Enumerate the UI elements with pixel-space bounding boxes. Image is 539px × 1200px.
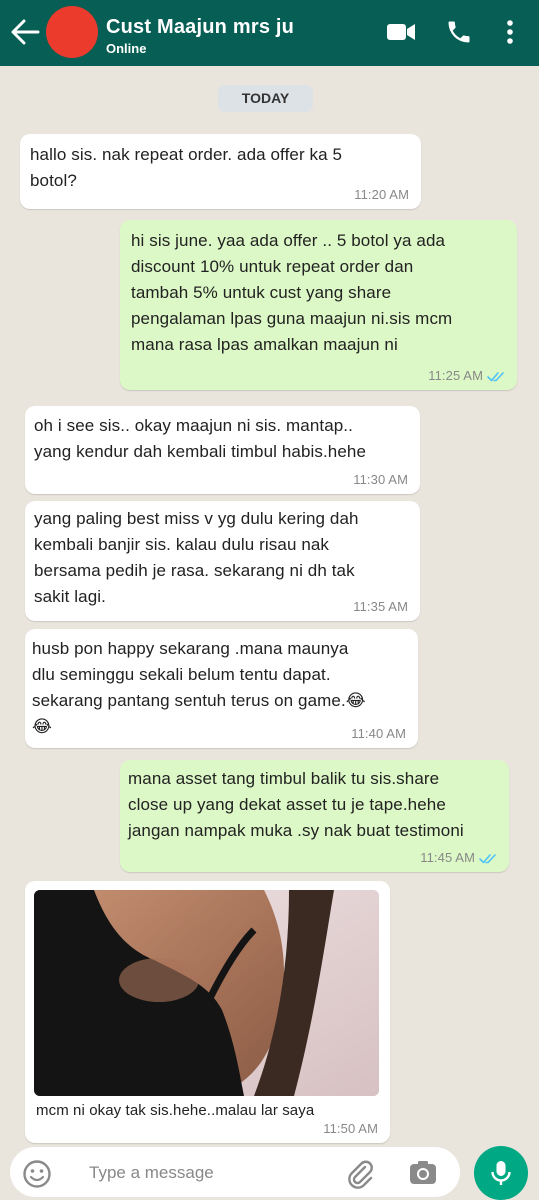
message-time: 11:50 AM: [323, 1121, 378, 1136]
message-bubble-incoming[interactable]: hallo sis. nak repeat order. ada offer k…: [20, 134, 421, 209]
message-time: 11:45 AM: [420, 850, 475, 865]
message-text: hallo sis. nak repeat order. ada offer k…: [30, 145, 343, 190]
message-meta: 11:40 AM: [351, 727, 406, 741]
camera-icon[interactable]: [408, 1159, 438, 1187]
message-bubble-incoming[interactable]: yang paling best miss v yg dulu kering d…: [25, 501, 420, 621]
message-meta: 11:35 AM: [353, 600, 408, 614]
video-call-icon[interactable]: [386, 18, 416, 46]
mic-icon: [491, 1161, 511, 1185]
message-input-placeholder[interactable]: Type a message: [89, 1163, 214, 1183]
photo-attachment[interactable]: [34, 890, 379, 1096]
message-text: hi sis june. yaa ada offer .. 5 botol ya…: [131, 231, 453, 354]
mic-button[interactable]: [474, 1146, 528, 1200]
attach-icon[interactable]: [345, 1159, 375, 1189]
message-text: mana asset tang timbul balik tu sis.shar…: [128, 769, 464, 840]
phone-icon[interactable]: [445, 18, 473, 46]
message-time: 11:30 AM: [353, 472, 408, 487]
message-meta: 11:45 AM: [420, 851, 497, 865]
image-caption: mcm ni okay tak sis.hehe..malau lar saya: [36, 1102, 315, 1119]
chat-header: Cust Maajun mrs ju Online: [0, 0, 539, 66]
message-time: 11:40 AM: [351, 726, 406, 741]
message-text: yang paling best miss v yg dulu kering d…: [34, 509, 359, 606]
date-chip: TODAY: [218, 85, 313, 112]
message-meta: 11:20 AM: [354, 188, 409, 202]
message-meta: 11:30 AM: [353, 473, 408, 487]
message-bubble-outgoing[interactable]: hi sis june. yaa ada offer .. 5 botol ya…: [120, 220, 517, 390]
emoji-icon[interactable]: [22, 1159, 52, 1189]
contact-name[interactable]: Cust Maajun mrs ju: [106, 16, 294, 39]
read-ticks-icon: [479, 853, 496, 864]
message-bubble-outgoing[interactable]: mana asset tang timbul balik tu sis.shar…: [120, 760, 509, 872]
message-text: oh i see sis.. okay maajun ni sis. manta…: [34, 416, 367, 461]
image-message-bubble[interactable]: mcm ni okay tak sis.hehe..malau lar saya…: [25, 881, 390, 1143]
message-text: husb pon happy sekarang .mana maunya dlu…: [32, 639, 366, 736]
contact-status: Online: [106, 41, 147, 56]
message-bubble-incoming[interactable]: oh i see sis.. okay maajun ni sis. manta…: [25, 406, 420, 494]
message-time: 11:20 AM: [354, 187, 409, 202]
message-composer[interactable]: Type a message: [10, 1147, 460, 1197]
more-menu-icon[interactable]: [500, 18, 520, 46]
message-meta: 11:25 AM: [428, 369, 505, 383]
message-bubble-incoming[interactable]: husb pon happy sekarang .mana maunya dlu…: [25, 629, 418, 748]
message-time: 11:35 AM: [353, 599, 408, 614]
avatar[interactable]: [46, 6, 98, 58]
back-arrow-icon[interactable]: [10, 18, 40, 46]
message-meta: 11:50 AM: [323, 1122, 378, 1136]
message-time: 11:25 AM: [428, 368, 483, 383]
read-ticks-icon: [487, 371, 504, 382]
